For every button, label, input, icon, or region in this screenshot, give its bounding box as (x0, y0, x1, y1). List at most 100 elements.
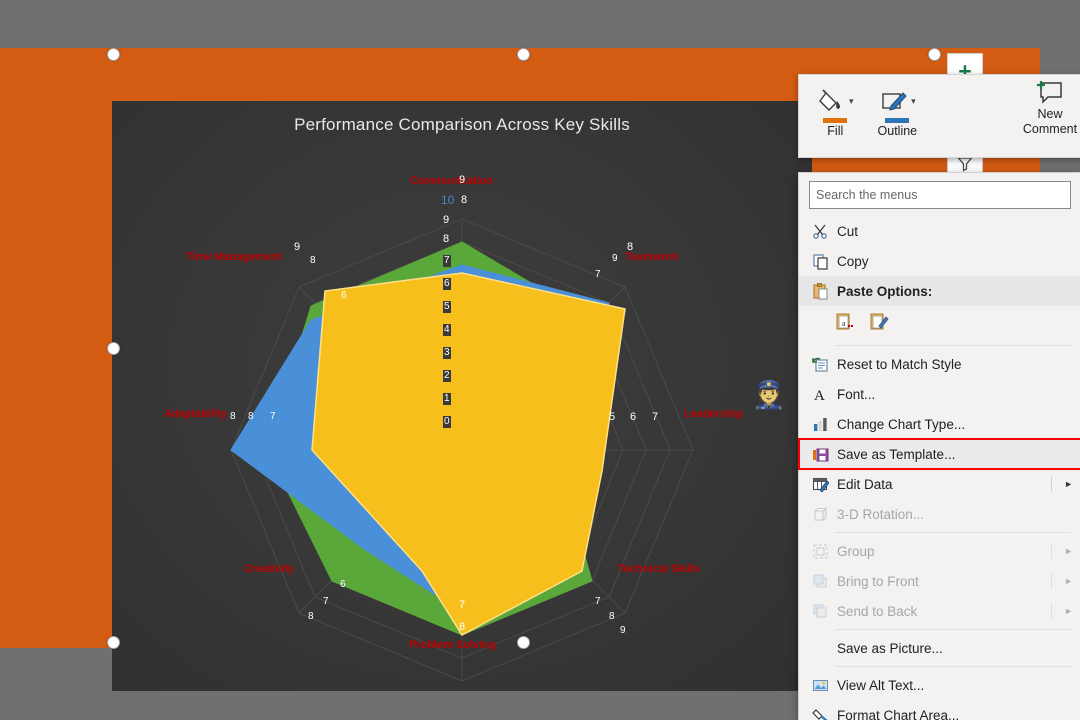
selection-handle-bottom-center[interactable] (517, 636, 530, 649)
menu-item-copy[interactable]: Copy (799, 246, 1080, 276)
menu-item-paste-options: Paste Options: (799, 276, 1080, 306)
menu-item-group: Group ► (799, 536, 1080, 566)
category-label-adaptability: Adaptability (164, 408, 227, 420)
data-label-communication-s1: 8 (461, 194, 468, 206)
category-label-creativity: Creativity (244, 563, 295, 575)
menu-item-save-as-template[interactable]: Save as Template... (798, 438, 1080, 470)
menu-item-save-as-picture[interactable]: Save as Picture... (799, 633, 1080, 663)
category-label-problem-solving: Problem Solving (409, 639, 496, 651)
new-comment-button[interactable]: New Comment (1021, 79, 1079, 137)
category-label-communication: Communication (410, 175, 494, 187)
menu-item-save-as-template-label: Save as Template... (837, 446, 956, 462)
data-label-communication-s2: 9 (459, 174, 466, 186)
outline-button[interactable]: ▾ Outline (874, 75, 922, 138)
menu-separator-3 (835, 629, 1071, 630)
data-label-creativity-s3: 7 (323, 596, 329, 607)
radial-tick-3: 3 (443, 347, 451, 359)
menu-item-format-chart-area-label: Format Chart Area... (837, 707, 960, 720)
menu-item-edit-data[interactable]: Edit Data ► (799, 469, 1080, 499)
send-back-icon (807, 603, 833, 620)
menu-separator-4 (835, 666, 1071, 667)
fill-button[interactable]: ▾ Fill (813, 75, 858, 138)
submenu-arrow-icon[interactable]: ► (1051, 476, 1073, 492)
data-label-technical-s3: 8 (609, 611, 615, 622)
menu-item-cut-label: Cut (837, 223, 859, 239)
mini-floating-toolbar: ▾ Fill ▾ Outline Chart Area ▼ (798, 74, 1080, 204)
alt-text-icon (807, 677, 833, 694)
clipboard-icon (807, 282, 833, 300)
category-label-technical-skills: Technical Skills (618, 563, 700, 575)
outline-pencil-icon (882, 92, 907, 111)
data-label-time-s2: 9 (294, 241, 301, 253)
svg-text:a: a (842, 319, 846, 328)
category-label-time-management: Time Management (186, 251, 282, 263)
selection-handle-top-center[interactable] (517, 48, 530, 61)
cube-icon (807, 506, 833, 523)
new-comment-label-line1: New (1037, 107, 1063, 121)
menu-item-font[interactable]: A Font... (799, 379, 1080, 409)
submenu-arrow-icon: ► (1051, 603, 1073, 619)
emoji-cursor: 👮 (752, 380, 786, 410)
chart-object[interactable]: Performance Comparison Across Key Skills (112, 101, 812, 691)
outline-color-swatch (885, 118, 910, 123)
save-template-icon (807, 446, 833, 463)
data-label-problem-s2: 8 (459, 621, 466, 633)
selection-handle-top-left[interactable] (107, 48, 120, 61)
menu-item-view-alt-text[interactable]: View Alt Text... (799, 670, 1080, 700)
search-menus-input[interactable]: Search the menus (809, 181, 1071, 209)
copy-icon (807, 253, 833, 270)
selection-handle-top-right[interactable] (928, 48, 941, 61)
menu-separator-2 (835, 532, 1071, 533)
data-label-problem-s1: 7 (459, 599, 466, 611)
new-comment-label-line2: Comment (1022, 122, 1078, 136)
bring-front-icon (807, 573, 833, 590)
paste-format-icon[interactable] (869, 312, 889, 337)
new-comment-icon (1037, 81, 1062, 104)
menu-item-edit-data-label: Edit Data (837, 476, 893, 492)
menu-item-format-chart-area[interactable]: Format Chart Area... (799, 700, 1080, 720)
menu-item-3d-rotation: 3-D Rotation... (799, 499, 1080, 529)
search-menus-placeholder: Search the menus (816, 188, 918, 202)
funnel-icon (957, 157, 973, 172)
menu-item-reset-to-match-style[interactable]: Reset to Match Style (799, 349, 1080, 379)
data-label-time-s3: 8 (310, 255, 316, 266)
menu-item-3d-rotation-label: 3-D Rotation... (837, 506, 925, 522)
menu-item-send-to-back-label: Send to Back (837, 603, 918, 619)
data-label-teamwork-s2: 8 (627, 241, 634, 253)
menu-item-send-to-back: Send to Back ► (799, 596, 1080, 626)
selection-handle-bottom-left[interactable] (107, 636, 120, 649)
radial-tick-8: 8 (443, 233, 450, 245)
menu-item-cut[interactable]: Cut (799, 216, 1080, 246)
radial-tick-7: 7 (443, 255, 451, 267)
menu-separator-1 (835, 345, 1071, 346)
data-label-technical-s2: 9 (620, 625, 626, 636)
submenu-arrow-icon: ► (1051, 543, 1073, 559)
radial-tick-9: 9 (443, 214, 450, 226)
data-label-technical-s1: 7 (595, 596, 601, 607)
radial-tick-1: 1 (443, 393, 451, 405)
data-label-adaptability-s3: 8 (230, 411, 236, 422)
outline-caret-icon[interactable]: ▾ (911, 96, 916, 117)
data-label-leadership-s3: 7 (652, 411, 659, 423)
fill-caret-icon[interactable]: ▾ (849, 96, 854, 117)
paste-text-icon[interactable]: a (835, 312, 855, 337)
chart-bars-icon (807, 416, 833, 433)
menu-item-change-chart-type[interactable]: Change Chart Type... (799, 409, 1080, 439)
radial-tick-4: 4 (443, 324, 451, 336)
scissors-icon (807, 223, 833, 240)
data-label-adaptability-s2: 8 (248, 411, 254, 422)
data-label-leadership-s1: 5 (609, 411, 616, 423)
paste-options-row: a (799, 306, 1080, 342)
fill-label: Fill (827, 124, 844, 138)
data-label-leadership-s2: 6 (630, 411, 637, 423)
outline-label: Outline (877, 124, 918, 138)
radial-tick-6: 6 (443, 278, 451, 290)
menu-item-bring-to-front-label: Bring to Front (837, 573, 919, 589)
data-label-adaptability-s1: 7 (270, 411, 276, 422)
reset-style-icon (807, 356, 833, 373)
data-label-teamwork-s1: 7 (595, 269, 601, 280)
menu-item-paste-options-label: Paste Options: (837, 283, 933, 299)
selection-handle-middle-left[interactable] (107, 342, 120, 355)
data-label-time-s1: 6 (341, 290, 347, 301)
menu-item-font-label: Font... (837, 386, 876, 402)
